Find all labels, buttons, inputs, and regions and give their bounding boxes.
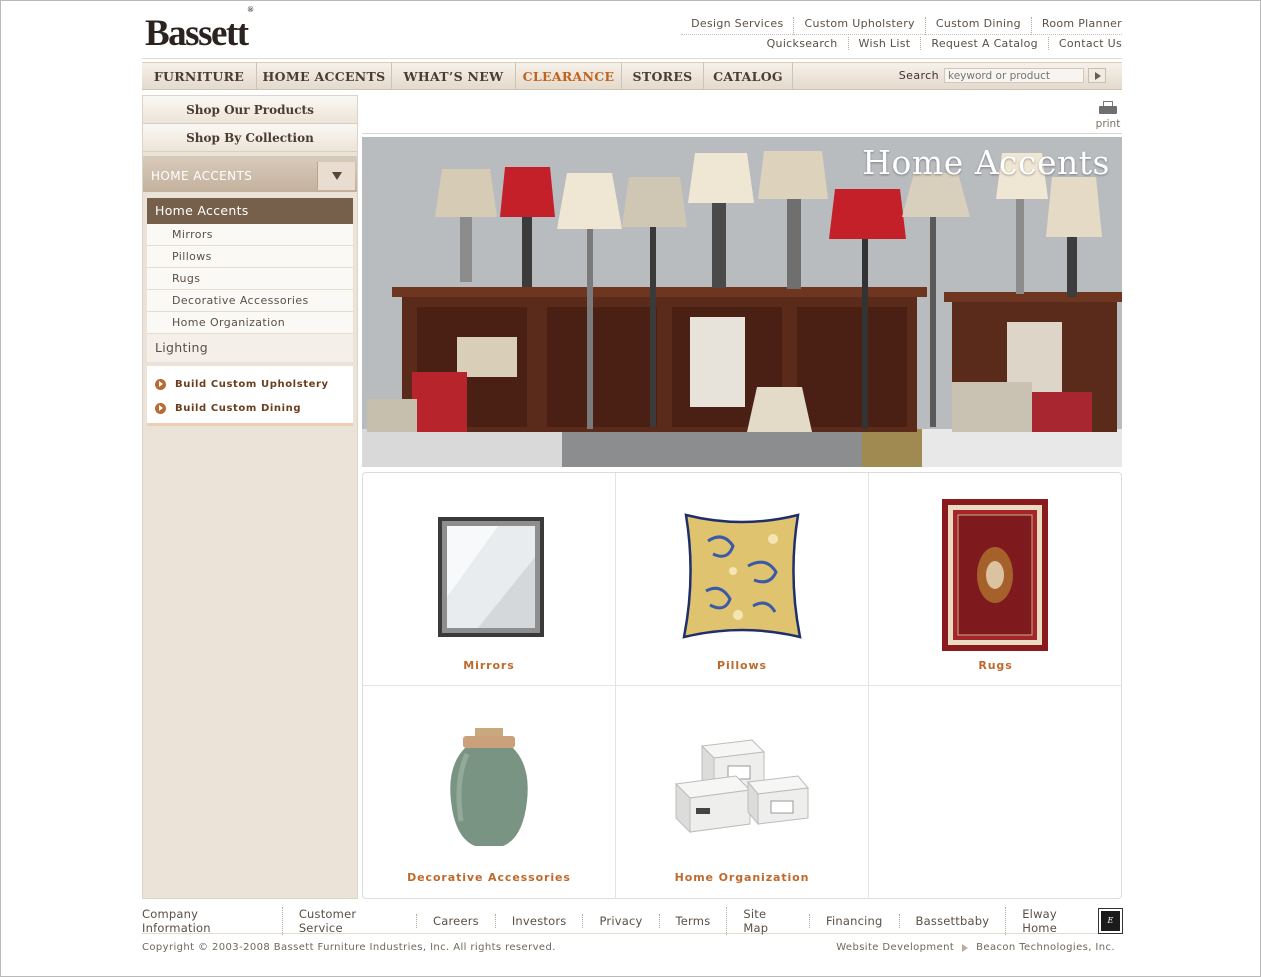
footer-link-site-map[interactable]: Site Map [726,906,809,935]
banner-title: Home Accents [862,143,1110,182]
sidebar-item-mirrors[interactable]: Mirrors [147,224,353,246]
shop-our-products-button[interactable]: Shop Our Products [143,96,357,124]
link-custom-upholstery[interactable]: Custom Upholstery [793,17,925,35]
product-tile-mirrors[interactable]: Mirrors [363,473,616,686]
hero-banner: Home Accents [362,137,1122,467]
category-subnav: Home Accents Mirrors Pillows Rugs Decora… [147,198,353,362]
link-quicksearch[interactable]: Quicksearch [757,37,848,50]
search-go-button[interactable] [1088,68,1106,83]
build-link-label: Build Custom Dining [175,402,302,414]
build-link-label: Build Custom Upholstery [175,378,329,390]
product-label[interactable]: Pillows [616,659,868,672]
chevron-down-icon[interactable] [317,162,355,190]
shop-by-collection-button[interactable]: Shop By Collection [143,124,357,152]
sidebar: Shop Our Products Shop By Collection HOM… [142,95,358,899]
sidebar-item-lighting[interactable]: Lighting [147,334,353,362]
empty-tile [869,686,1122,899]
product-label[interactable]: Mirrors [363,659,615,672]
category-dropdown-label: HOME ACCENTS [151,169,253,183]
beacon-technologies-link[interactable]: Beacon Technologies, Inc. [976,942,1115,953]
tab-stores[interactable]: STORES [622,63,704,89]
utility-nav-bottom: Quicksearch Wish List Request A Catalog … [757,37,1122,50]
arrow-right-icon [962,943,969,952]
header-divider [142,58,1122,59]
footer-link-investors[interactable]: Investors [494,913,583,928]
build-custom-dining-link[interactable]: Build Custom Dining [147,396,353,420]
mirror-icon [438,517,544,637]
tab-catalog[interactable]: CATALOG [704,63,793,89]
sidebar-item-pillows[interactable]: Pillows [147,246,353,268]
pillow-icon [682,513,802,639]
footer-link-terms[interactable]: Terms [658,913,727,928]
website-development-link[interactable]: Website Development [836,942,954,953]
product-label[interactable]: Rugs [869,659,1122,672]
build-custom-upholstery-link[interactable]: Build Custom Upholstery [147,372,353,396]
utility-nav-top: Design Services Custom Upholstery Custom… [681,17,1122,35]
footer-link-elway-home[interactable]: Elway Home [1005,906,1109,935]
tab-home-accents[interactable]: HOME ACCENTS [257,63,392,89]
site-credit: Website Development Beacon Technologies,… [836,942,1115,953]
tab-furniture[interactable]: FURNITURE [142,63,257,89]
elway-logo-icon[interactable]: E [1097,907,1124,934]
footer-link-bassettbaby[interactable]: Bassettbaby [898,913,1006,928]
bassett-logo[interactable]: Bassett® [145,5,254,55]
link-contact-us[interactable]: Contact Us [1047,37,1122,50]
link-custom-dining[interactable]: Custom Dining [924,17,1031,35]
link-wish-list[interactable]: Wish List [847,37,921,50]
storage-boxes-icon [674,739,809,834]
rug-icon [942,499,1048,651]
product-tile-pillows[interactable]: Pillows [616,473,869,686]
sidebar-item-rugs[interactable]: Rugs [147,268,353,290]
tab-whats-new[interactable]: WHAT’S NEW [392,63,516,89]
footer-link-company-information[interactable]: Company Information [142,907,282,935]
build-custom-box: Build Custom Upholstery Build Custom Din… [147,366,353,426]
product-tile-decorative-accessories[interactable]: Decorative Accessories [363,686,616,899]
tab-clearance[interactable]: CLEARANCE [516,63,622,89]
link-design-services[interactable]: Design Services [681,17,794,35]
vase-icon [450,728,528,846]
print-label: print [1095,118,1121,130]
copyright-text: Copyright © 2003-2008 Bassett Furniture … [142,942,556,953]
logo-text: Bassett [145,13,249,54]
printer-icon [1099,101,1117,116]
product-label[interactable]: Home Organization [616,871,868,884]
arrow-circle-icon [155,378,166,390]
footer-link-financing[interactable]: Financing [809,913,899,928]
product-label[interactable]: Decorative Accessories [363,871,615,884]
main-nav: FURNITURE HOME ACCENTS WHAT’S NEW CLEARA… [142,62,1122,90]
shop-box: Shop Our Products Shop By Collection [143,96,357,152]
footer-link-careers[interactable]: Careers [416,913,495,928]
footer-link-privacy[interactable]: Privacy [582,913,658,928]
footer-nav: Company Information Customer Service Car… [142,906,1124,935]
print-button[interactable]: print [1093,101,1123,130]
arrow-circle-icon [155,402,166,414]
content-divider [362,133,1122,134]
footer-link-customer-service[interactable]: Customer Service [281,906,416,935]
link-room-planner[interactable]: Room Planner [1030,17,1122,35]
lamps-illustration [362,137,1122,467]
product-tile-rugs[interactable]: Rugs [869,473,1122,686]
sidebar-item-home-accents[interactable]: Home Accents [147,198,353,224]
product-tile-home-organization[interactable]: Home Organization [616,686,869,899]
product-grid: Mirrors Pillows Rugs Decorative Accessor… [362,472,1122,899]
sidebar-item-home-organization[interactable]: Home Organization [147,312,353,334]
sidebar-item-decorative-accessories[interactable]: Decorative Accessories [147,290,353,312]
search-input[interactable] [944,68,1084,83]
registered-mark: ® [247,4,254,14]
search-label: Search [898,69,939,82]
link-request-catalog[interactable]: Request A Catalog [920,37,1048,50]
search-bar: Search [899,68,1106,83]
category-dropdown[interactable]: HOME ACCENTS [143,156,357,192]
